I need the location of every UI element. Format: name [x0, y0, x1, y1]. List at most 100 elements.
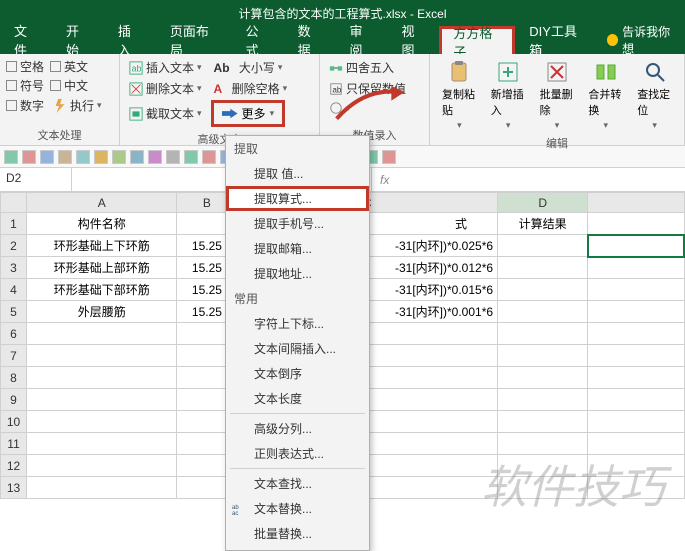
quickbar-icon-1[interactable] [22, 150, 36, 164]
quickbar-icon-7[interactable] [130, 150, 144, 164]
dd-common-item-2[interactable]: 文本倒序 [226, 361, 369, 386]
row-header-13[interactable]: 13 [1, 477, 27, 499]
cell-D3[interactable] [588, 257, 684, 279]
cell-empty-9-3[interactable] [498, 389, 588, 411]
quickbar-icon-4[interactable] [76, 150, 90, 164]
dd-extract-item-3[interactable]: 提取邮箱... [226, 236, 369, 261]
btn-round[interactable]: 四舍五入 [326, 58, 397, 77]
quickbar-icon-11[interactable] [202, 150, 216, 164]
row-header-2[interactable]: 2 [1, 235, 27, 257]
dd-extract-item-0[interactable]: 提取 值... [226, 161, 369, 186]
menu-diy[interactable]: DIY工具箱 [515, 26, 599, 54]
cell-empty-9-4[interactable] [588, 389, 684, 411]
dd-common-item-3[interactable]: 文本长度 [226, 386, 369, 411]
menu-page-layout[interactable]: 页面布局 [156, 26, 232, 54]
row-header-5[interactable]: 5 [1, 301, 27, 323]
cell-empty-11-3[interactable] [498, 433, 588, 455]
cell-empty-13-0[interactable] [27, 477, 177, 499]
btn-cut-text[interactable]: 截取文本▾ [126, 104, 205, 123]
dd-extract-item-2[interactable]: 提取手机号... [226, 211, 369, 236]
menu-formulas[interactable]: 公式 [232, 26, 284, 54]
quickbar-icon-6[interactable] [112, 150, 126, 164]
quickbar-icon-9[interactable] [166, 150, 180, 164]
formula-bar[interactable]: fx [372, 168, 685, 191]
row-header-10[interactable]: 10 [1, 411, 27, 433]
cell-empty-13-3[interactable] [498, 477, 588, 499]
menu-insert[interactable]: 插入 [104, 26, 156, 54]
cell-A4[interactable]: 环形基础下部环筋 [27, 279, 177, 301]
dd-common-item-8[interactable]: 批量替换... [226, 521, 369, 546]
btn-more[interactable]: 更多▾ [211, 100, 286, 127]
cell-D5[interactable] [588, 301, 684, 323]
cell-empty-10-3[interactable] [498, 411, 588, 433]
btn-value-misc[interactable]: ▾ [326, 100, 354, 116]
menu-view[interactable]: 视图 [387, 26, 439, 54]
btn-add-insert[interactable]: 新增插入▾ [485, 58, 532, 133]
cell-empty-12-0[interactable] [27, 455, 177, 477]
cell-A5[interactable]: 外层腰筋 [27, 301, 177, 323]
cell-D2-selected[interactable] [588, 235, 684, 257]
tell-me[interactable]: 告诉我你想 [599, 26, 685, 54]
dd-common-item-5[interactable]: 正则表达式... [226, 441, 369, 466]
dd-common-item-0[interactable]: 字符上下标... [226, 311, 369, 336]
menu-review[interactable]: 审阅 [336, 26, 388, 54]
btn-keep-value[interactable]: ab只保留数值 [326, 79, 409, 98]
col-header-D[interactable]: D [498, 193, 588, 213]
cell-empty-7-3[interactable] [498, 345, 588, 367]
row-header-6[interactable]: 6 [1, 323, 27, 345]
fx-icon[interactable]: fx [380, 173, 389, 187]
opt-chinese[interactable]: 中文 [50, 77, 88, 94]
cell-empty-9-0[interactable] [27, 389, 177, 411]
row-header-11[interactable]: 11 [1, 433, 27, 455]
btn-merge-convert[interactable]: 合并转换▾ [582, 58, 629, 133]
row-header-12[interactable]: 12 [1, 455, 27, 477]
cell-empty-6-0[interactable] [27, 323, 177, 345]
btn-copy-paste[interactable]: 复制粘贴▾ [436, 58, 483, 133]
cell-C1[interactable]: 计算结果 [498, 213, 588, 235]
quickbar-icon-0[interactable] [4, 150, 18, 164]
cell-empty-7-0[interactable] [27, 345, 177, 367]
cell-empty-11-4[interactable] [588, 433, 684, 455]
cell-A1[interactable]: 构件名称 [27, 213, 177, 235]
opt-space[interactable]: 空格 [6, 58, 44, 75]
cell-empty-8-4[interactable] [588, 367, 684, 389]
col-header-A[interactable]: A [27, 193, 177, 213]
cell-D1[interactable] [588, 213, 684, 235]
quickbar-icon-8[interactable] [148, 150, 162, 164]
cell-empty-13-4[interactable] [588, 477, 684, 499]
cell-empty-12-3[interactable] [498, 455, 588, 477]
dd-common-item-4[interactable]: 高级分列... [226, 416, 369, 441]
cell-A2[interactable]: 环形基础上下环筋 [27, 235, 177, 257]
menu-data[interactable]: 数据 [284, 26, 336, 54]
dd-common-item-1[interactable]: 文本间隔插入... [226, 336, 369, 361]
dd-extract-item-4[interactable]: 提取地址... [226, 261, 369, 286]
btn-execute[interactable]: 执行▾ [50, 96, 105, 115]
dd-extract-item-1[interactable]: 提取算式... [226, 186, 369, 211]
row-header-7[interactable]: 7 [1, 345, 27, 367]
menu-home[interactable]: 开始 [52, 26, 104, 54]
row-header-1[interactable]: 1 [1, 213, 27, 235]
cell-C2[interactable] [498, 235, 588, 257]
dd-common-item-6[interactable]: 文本查找... [226, 471, 369, 496]
row-header-8[interactable]: 8 [1, 367, 27, 389]
cell-empty-6-4[interactable] [588, 323, 684, 345]
btn-case[interactable]: Ab 大小写▾ [211, 58, 286, 77]
btn-insert-text[interactable]: ab插入文本▾ [126, 58, 205, 77]
opt-number[interactable]: 数字 [6, 97, 44, 114]
dd-common-item-7[interactable]: abac文本替换... [226, 496, 369, 521]
cell-empty-11-0[interactable] [27, 433, 177, 455]
btn-del-space[interactable]: A 删除空格▾ [211, 79, 291, 98]
cell-empty-8-0[interactable] [27, 367, 177, 389]
name-box[interactable]: D2 [0, 168, 72, 191]
quickbar-icon-21[interactable] [382, 150, 396, 164]
quickbar-icon-3[interactable] [58, 150, 72, 164]
cell-C3[interactable] [498, 257, 588, 279]
opt-symbol[interactable]: 符号 [6, 77, 44, 94]
row-header-3[interactable]: 3 [1, 257, 27, 279]
cell-C5[interactable] [498, 301, 588, 323]
cell-empty-8-3[interactable] [498, 367, 588, 389]
quickbar-icon-10[interactable] [184, 150, 198, 164]
btn-find-locate[interactable]: 查找定位▾ [631, 58, 678, 133]
opt-english[interactable]: 英文 [50, 58, 88, 75]
row-header-9[interactable]: 9 [1, 389, 27, 411]
